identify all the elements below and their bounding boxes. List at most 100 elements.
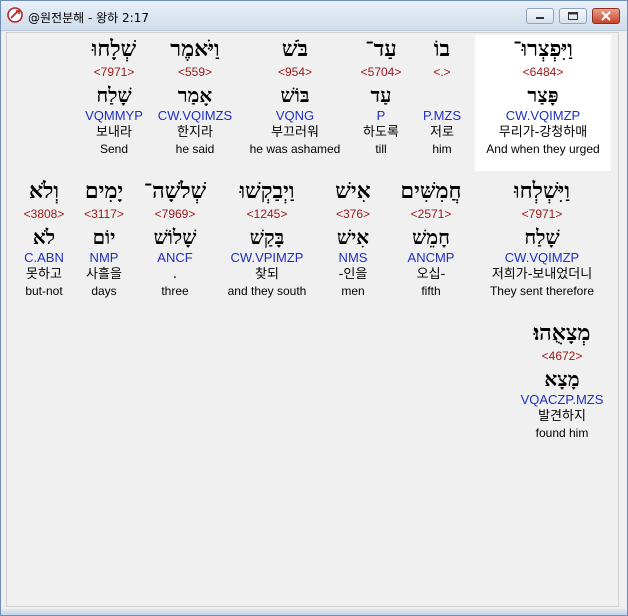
lemma: שָׁלַח — [524, 225, 560, 249]
lemma: לֹא — [32, 225, 56, 249]
lemma: בּוֹשׁ — [280, 83, 310, 107]
korean-gloss: 발견하지 — [538, 409, 586, 424]
window-title: @원전분해 - 왕하 2:17 — [28, 11, 149, 25]
korean-gloss: 하도록 — [363, 125, 399, 140]
parsing-code: VQNG — [275, 108, 315, 123]
strong-number[interactable]: <954> — [250, 65, 341, 79]
lemma: שָׁלַח — [96, 83, 132, 107]
parsing-code: CW.VQIMZS — [157, 108, 233, 123]
word-block[interactable]: וַיִּפְצְרוּ־ <6484> פָּצַר CW.VQIMZP 무리… — [475, 35, 611, 171]
korean-gloss: 저로 — [430, 125, 454, 140]
strong-number[interactable]: <7971> — [85, 65, 143, 79]
word-block[interactable]: וַיֹּאמֶר <559> אָמַר CW.VQIMZS 한지라 he s… — [158, 35, 232, 157]
korean-gloss: 저희가-보내었더니 — [491, 267, 593, 282]
english-gloss: And when they urged — [486, 142, 600, 156]
english-gloss: he was ashamed — [249, 142, 341, 156]
korean-gloss: 한지라 — [177, 125, 213, 140]
english-gloss: him — [432, 142, 452, 156]
word-block[interactable]: אִישׁ <376> אִישׁ NMS -인을 men — [335, 177, 370, 299]
lemma: מָצָא — [544, 367, 580, 391]
parsing-code: CW.VQIMZP — [505, 108, 581, 123]
hebrew-word: בוֹ — [433, 36, 451, 62]
lemma: עַד — [370, 83, 392, 107]
parsing-code: VQACZP.MZS — [520, 392, 604, 407]
lemma: יוֹם — [92, 225, 116, 249]
hebrew-word: וַיִּפְצְרוּ־ — [513, 36, 573, 62]
korean-gloss: 오십- — [416, 267, 446, 282]
strong-number[interactable]: <7971> — [490, 207, 594, 221]
word-block[interactable]: עַד־ <5704> עַד P 하도록 till — [361, 35, 402, 157]
word-block[interactable]: יָמִים <3117> יוֹם NMP 사흘을 days — [84, 177, 124, 299]
english-gloss: but-not — [25, 284, 63, 298]
korean-gloss: 보내라 — [96, 125, 132, 140]
hebrew-word: חֲמִשִּׁים — [400, 178, 462, 204]
korean-gloss: 사흘을 — [86, 267, 122, 282]
strong-number[interactable]: <6484> — [475, 65, 611, 79]
english-gloss: three — [161, 284, 189, 298]
english-gloss: They sent therefore — [489, 284, 595, 298]
lemma: בָּקַשׁ — [249, 225, 285, 249]
word-block[interactable]: מְצָאֻהוּ׃ <4672> מָצָא VQACZP.MZS 발견하지 … — [521, 319, 604, 441]
english-gloss: found him — [535, 426, 589, 440]
korean-gloss: 찾되 — [255, 267, 279, 282]
minimize-button[interactable] — [526, 8, 554, 24]
word-block[interactable]: וְלֹא <3808> לֹא C.ABN 못하고 but-not — [24, 177, 65, 299]
hebrew-word: אִישׁ — [335, 178, 371, 204]
parsing-code: VQMMYP — [85, 108, 143, 123]
strong-number[interactable]: <4672> — [521, 349, 604, 363]
korean-gloss: 무리가-강청하매 — [498, 125, 588, 140]
parsing-code: C.ABN — [24, 250, 64, 265]
word-block[interactable]: וַיְבַקְשׁוּ <1245> בָּקַשׁ CW.VPIMZP 찾되… — [228, 177, 307, 299]
hebrew-word: וַיְבַקְשׁוּ — [239, 178, 295, 204]
hebrew-word: וַיֹּאמֶר — [170, 36, 220, 62]
word-block[interactable]: חֲמִשִּׁים <2571> חָמֵשׁ ANCMP 오십- fifth — [400, 177, 461, 299]
korean-gloss: 부끄러워 — [271, 125, 319, 140]
parsing-code: CW.VQIMZP — [504, 250, 580, 265]
word-block[interactable]: בוֹ <.> P.MZS 저로 him — [423, 35, 461, 157]
app-logo-icon — [7, 7, 23, 23]
hebrew-word: וַיִּשְׁלְחוּ — [514, 178, 570, 204]
parsing-code: NMP — [89, 250, 119, 265]
english-gloss: fifth — [421, 284, 441, 298]
parsing-code: P.MZS — [422, 108, 462, 123]
window-bottom-border[interactable] — [1, 609, 627, 615]
strong-number[interactable]: <2571> — [400, 207, 461, 221]
strong-number[interactable]: <3117> — [84, 207, 124, 221]
strong-number[interactable]: <3808> — [24, 207, 65, 221]
strong-number[interactable]: <7969> — [144, 207, 207, 221]
strong-number[interactable]: <5704> — [361, 65, 402, 79]
strong-number[interactable]: <559> — [158, 65, 232, 79]
lemma: אִישׁ — [336, 225, 370, 249]
english-gloss: days — [91, 284, 117, 298]
hebrew-word: וְלֹא — [28, 178, 60, 204]
word-block[interactable]: שְׁלֹשָׁה־ <7969> שָׁלוֹשׁ ANCF . three — [144, 177, 207, 299]
korean-gloss: -인을 — [338, 267, 368, 282]
korean-gloss: 못하고 — [26, 267, 62, 282]
hebrew-word: שְׁלֹשָׁה־ — [143, 178, 207, 204]
english-gloss: he said — [175, 142, 215, 156]
close-button[interactable] — [592, 8, 620, 24]
korean-gloss: . — [172, 267, 178, 282]
english-gloss: and they south — [227, 284, 307, 298]
parsing-code: ANCF — [157, 250, 193, 265]
title-bar[interactable]: @원전분해 - 왕하 2:17 — [1, 1, 627, 31]
hebrew-word: עַד־ — [365, 36, 397, 62]
strong-number[interactable]: <.> — [423, 65, 461, 79]
hebrew-word: יָמִים — [84, 178, 124, 204]
interlinear-view[interactable]: וַיִּפְצְרוּ־ <6484> פָּצַר CW.VQIMZP 무리… — [6, 32, 619, 607]
word-block[interactable]: בֹּשׁ <954> בּוֹשׁ VQNG 부끄러워 he was asha… — [250, 35, 341, 157]
parsing-code: P — [376, 108, 386, 123]
english-gloss: till — [375, 142, 387, 156]
lemma: אָמַר — [177, 83, 213, 107]
maximize-button[interactable] — [559, 8, 587, 24]
parsing-code: NMS — [338, 250, 368, 265]
lemma: חָמֵשׁ — [412, 225, 450, 249]
word-block[interactable]: וַיִּשְׁלְחוּ <7971> שָׁלַח CW.VQIMZP 저희… — [490, 177, 594, 299]
word-block[interactable]: שְׁלָחוּ <7971> שָׁלַח VQMMYP 보내라 Send — [85, 35, 143, 157]
parsing-code: ANCMP — [407, 250, 455, 265]
lemma — [423, 83, 461, 107]
strong-number[interactable]: <376> — [335, 207, 370, 221]
strong-number[interactable]: <1245> — [228, 207, 307, 221]
lemma: פָּצַר — [527, 83, 559, 107]
parsing-code: CW.VPIMZP — [230, 250, 304, 265]
